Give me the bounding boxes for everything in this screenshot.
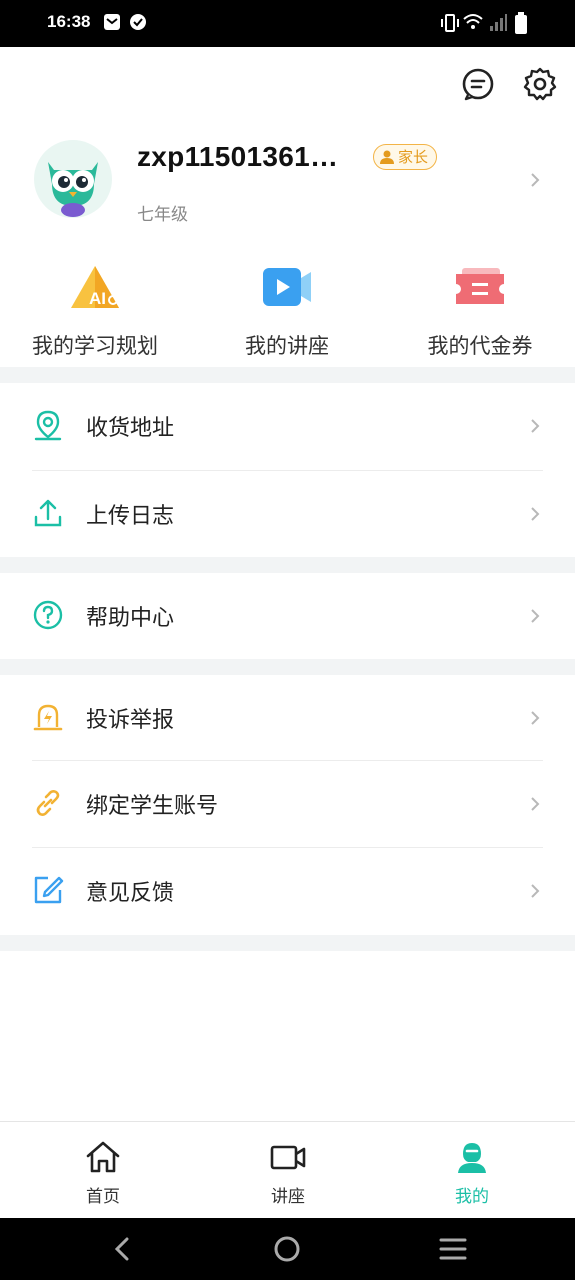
menu-lines-icon[interactable] [439, 1237, 467, 1261]
vibrate-icon [441, 14, 459, 32]
chevron-right-icon [531, 884, 540, 898]
nav-tab-label: 我的 [455, 1187, 489, 1207]
nav-tab-home[interactable]: 首页 [43, 1140, 163, 1207]
chevron-right-icon [531, 507, 540, 521]
home-icon [86, 1141, 120, 1173]
back-icon[interactable] [110, 1236, 134, 1262]
settings-gear-icon[interactable] [522, 66, 558, 102]
alarm-icon [33, 704, 63, 731]
status-bar: 16:38 [0, 0, 575, 47]
signal-icon [490, 14, 507, 31]
section-separator [0, 557, 575, 573]
menu-row-label: 投诉举报 [86, 708, 175, 733]
message-icon[interactable] [460, 66, 496, 102]
video-play-icon [263, 268, 311, 306]
avatar[interactable] [34, 140, 112, 218]
parent-icon [380, 150, 394, 164]
grade-label: 七年级 [137, 205, 188, 225]
help-circle-icon [33, 600, 63, 630]
menu-row-shipping-address[interactable]: 收货地址 [0, 383, 575, 470]
battery-icon [515, 12, 527, 34]
quick-action-label: 我的学习规划 [32, 334, 158, 358]
role-badge: 家长 [373, 144, 438, 170]
chevron-right-icon [531, 797, 540, 811]
username: zxp11501361… [137, 141, 339, 172]
menu-row-feedback[interactable]: 意见反馈 [0, 848, 575, 935]
status-time: 16:38 [47, 12, 91, 31]
quick-action-study-plan[interactable]: AI 我的学习规划 [0, 262, 190, 360]
upload-icon [34, 499, 62, 527]
section-separator [0, 659, 575, 675]
video-camera-icon [270, 1145, 306, 1170]
svg-text:AI: AI [89, 289, 106, 308]
quick-action-lectures[interactable]: 我的讲座 [192, 262, 382, 360]
quick-action-coupons[interactable]: 我的代金券 [385, 262, 575, 360]
coupon-icon [456, 268, 504, 304]
menu-row-complaint[interactable]: 投诉举报 [0, 675, 575, 762]
nav-tab-mine[interactable]: 我的 [412, 1140, 532, 1207]
chevron-right-icon [531, 711, 540, 725]
quick-action-label: 我的讲座 [245, 334, 329, 358]
link-icon [36, 790, 60, 816]
quick-action-label: 我的代金券 [427, 334, 533, 358]
ai-plan-icon: AI [71, 266, 119, 308]
check-notification-icon [130, 14, 146, 30]
wifi-icon [463, 14, 483, 29]
role-badge-label: 家长 [398, 148, 429, 166]
menu-row-upload-log[interactable]: 上传日志 [0, 471, 575, 558]
nav-tab-label: 讲座 [271, 1187, 305, 1207]
menu-row-bind-student[interactable]: 绑定学生账号 [0, 761, 575, 848]
nav-tab-label: 首页 [86, 1187, 120, 1207]
chevron-right-icon [531, 609, 540, 623]
profile-chevron-right-icon[interactable] [528, 173, 542, 187]
edit-icon [34, 876, 64, 904]
section-separator [0, 935, 575, 951]
system-nav-bar [0, 1218, 575, 1280]
owl-avatar-icon [48, 162, 98, 217]
location-pin-icon [34, 410, 62, 441]
nav-tab-lectures[interactable]: 讲座 [228, 1140, 348, 1207]
bottom-nav: 首页 讲座 我的 [0, 1121, 575, 1219]
menu-row-help-center[interactable]: 帮助中心 [0, 573, 575, 660]
menu-row-label: 意见反馈 [86, 881, 175, 906]
menu-row-label: 上传日志 [86, 504, 175, 529]
chevron-right-icon [531, 419, 540, 433]
mail-notification-icon [104, 14, 120, 30]
section-separator [0, 367, 575, 383]
person-icon [458, 1143, 486, 1173]
home-circle-icon[interactable] [273, 1235, 301, 1263]
menu-row-label: 收货地址 [86, 416, 175, 441]
menu-row-label: 帮助中心 [86, 606, 175, 631]
menu-row-label: 绑定学生账号 [86, 794, 219, 819]
